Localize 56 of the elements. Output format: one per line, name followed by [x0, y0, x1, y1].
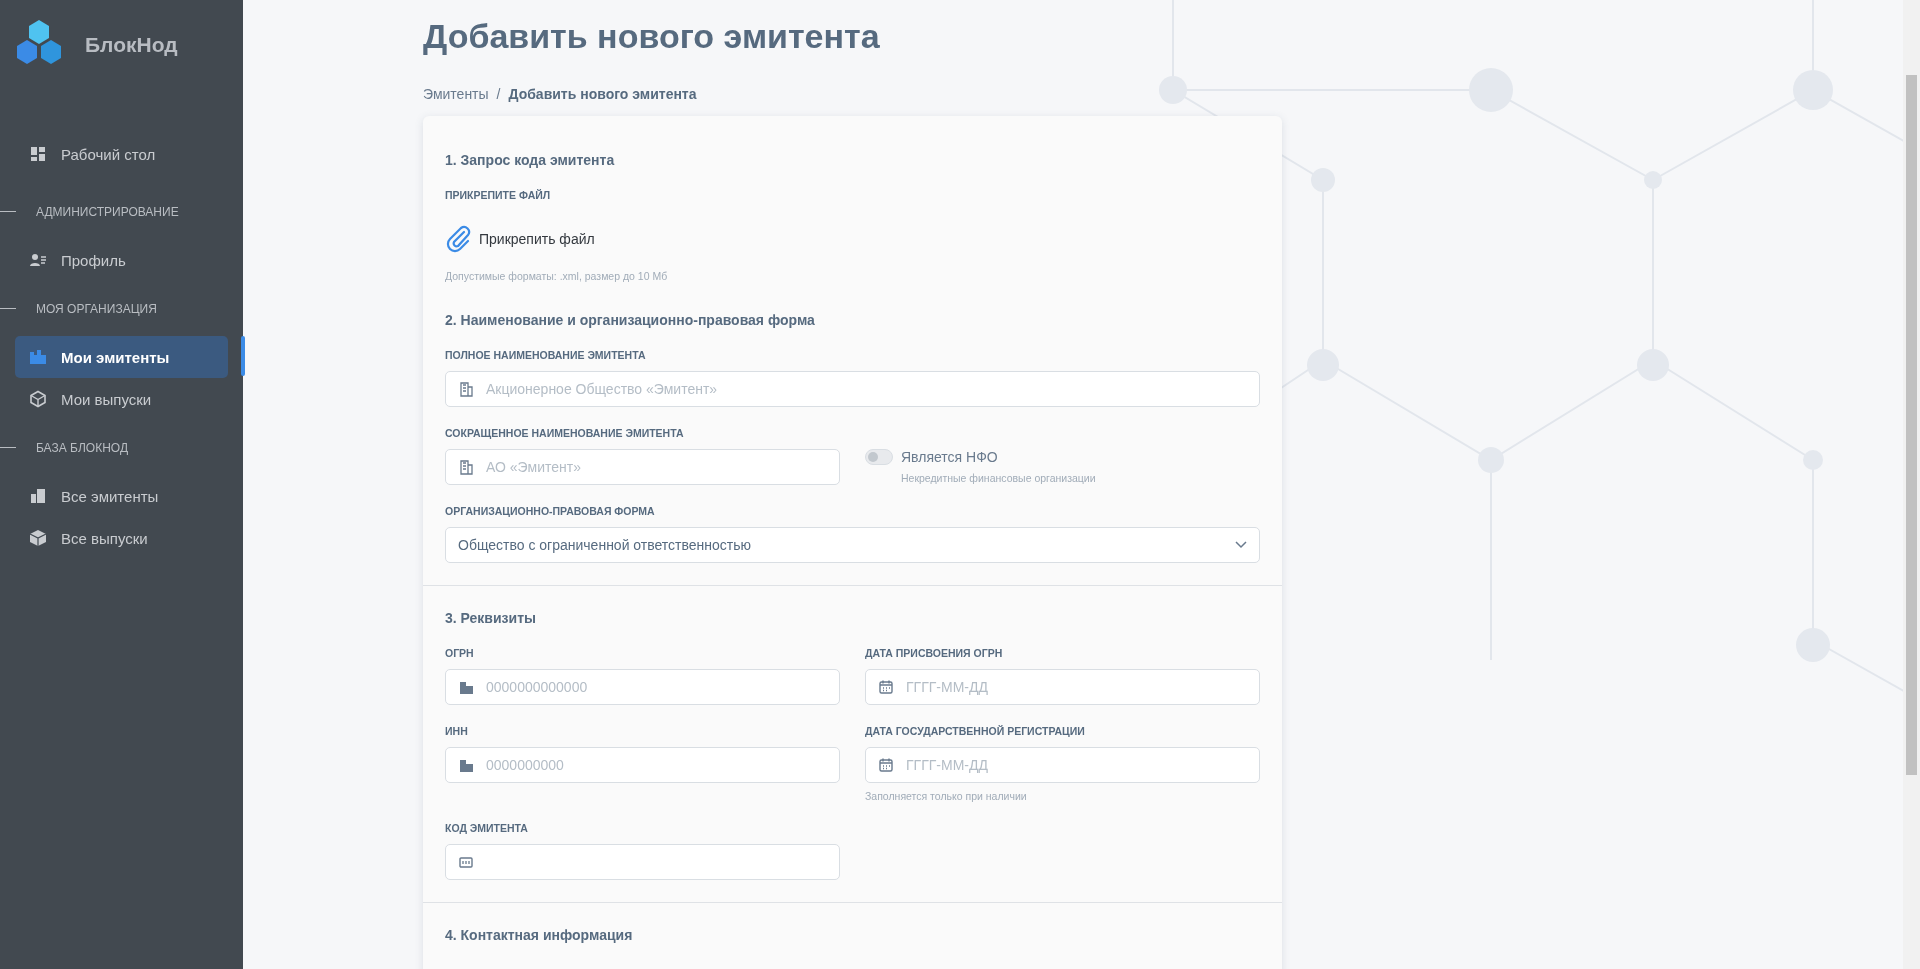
field-label: СОКРАЩЕННОЕ НАИМЕНОВАНИЕ ЭМИТЕНТА: [445, 426, 685, 440]
chevron-down-icon: [1235, 541, 1247, 549]
toggle-label: Является НФО: [901, 449, 998, 465]
breadcrumb-separator: /: [496, 86, 501, 102]
input-field[interactable]: АО «Эмитент»: [445, 449, 840, 485]
calendar-icon: [878, 757, 894, 773]
input-field[interactable]: [445, 844, 840, 880]
nav-item[interactable]: Все выпуски: [15, 517, 228, 559]
field-label: ОГРН: [445, 646, 475, 660]
field-label: ДАТА ГОСУДАРСТВЕННОЙ РЕГИСТРАЦИИ: [865, 724, 1086, 738]
field-label: ДАТА ПРИСВОЕНИЯ ОГРН: [865, 646, 1004, 660]
nav-section-title: АДМИНИСТРИРОВАНИЕ: [36, 204, 179, 219]
nav-item[interactable]: Все эмитенты: [15, 475, 228, 517]
field-label: ПОЛНОЕ НАИМЕНОВАНИЕ ЭМИТЕНТА: [445, 348, 647, 362]
paperclip-icon: [445, 225, 473, 253]
breadcrumb-current: Добавить нового эмитента: [508, 86, 697, 102]
nav-section-title: БАЗА БЛОКНОД: [36, 440, 128, 455]
field-label: КОД ЭМИТЕНТА: [445, 821, 529, 835]
page-title: Добавить нового эмитента: [423, 16, 881, 57]
section-heading: 2. Наименование и организационно-правовая форма: [445, 312, 816, 328]
building-icon: [458, 459, 474, 475]
nav-icon: [29, 487, 47, 505]
field-label: ИНН: [445, 724, 469, 738]
brand-name: БлокНод: [85, 33, 178, 57]
nav-item[interactable]: Профиль: [15, 239, 228, 281]
id-card-icon: [458, 854, 474, 870]
input-field[interactable]: ГГГГ-ММ-ДД: [865, 747, 1260, 783]
nav-icon: [29, 251, 47, 269]
breadcrumb-link[interactable]: Эмитенты: [423, 86, 489, 102]
scrollbar[interactable]: [1903, 0, 1920, 969]
input-field[interactable]: 0000000000000: [445, 669, 840, 705]
input-field[interactable]: Акционерное Общество «Эмитент»: [445, 371, 1260, 407]
toggle-hint: Некредитные финансовые организации: [901, 472, 1097, 484]
field-label: ОРГАНИЗАЦИОННО-ПРАВОВАЯ ФОРМА: [445, 504, 656, 518]
field-label: ПРИКРЕПИТЕ ФАЙЛ: [445, 188, 552, 202]
attach-file-button[interactable]: Прикрепить файл: [445, 225, 595, 253]
nav-section-title: МОЯ ОРГАНИЗАЦИЯ: [36, 301, 157, 316]
section-heading: 4. Контактная информация: [445, 927, 634, 943]
nav-icon: [29, 145, 47, 163]
building-icon: [458, 679, 474, 695]
building-icon: [458, 757, 474, 773]
section-heading: 3. Реквизиты: [445, 610, 537, 626]
section-heading: 1. Запрос кода эмитента: [445, 152, 616, 168]
nav-icon: [29, 529, 47, 547]
field-hint: Допустимые форматы: .xml, размер до 10 Мб: [445, 270, 669, 282]
input-field[interactable]: ГГГГ-ММ-ДД: [865, 669, 1260, 705]
building-icon: [458, 381, 474, 397]
input-field[interactable]: 0000000000: [445, 747, 840, 783]
calendar-icon: [878, 679, 894, 695]
select-field[interactable]: Общество с ограниченной ответственностью: [445, 527, 1260, 563]
toggle-switch[interactable]: [865, 449, 893, 465]
nav-item[interactable]: Мои выпуски: [15, 378, 228, 420]
nav-icon: [29, 390, 47, 408]
field-hint: Заполняется только при наличии: [865, 790, 1028, 802]
nav-item[interactable]: Рабочий стол: [15, 133, 228, 175]
nav-icon: [29, 348, 47, 366]
